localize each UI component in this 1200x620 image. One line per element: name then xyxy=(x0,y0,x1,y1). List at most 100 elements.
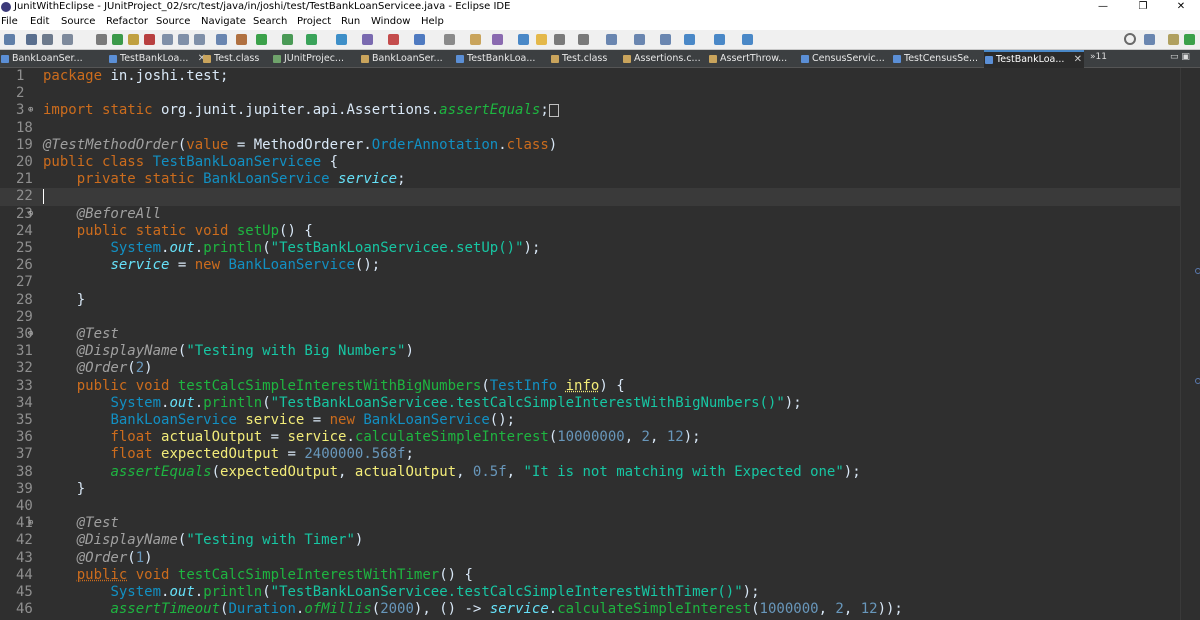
fold-toggle-icon[interactable]: ⊕ xyxy=(28,326,33,343)
code-line[interactable]: 34 System.out.println("TestBankLoanServi… xyxy=(0,395,1180,412)
java-perspective-icon[interactable] xyxy=(1168,34,1179,45)
minimize-maximize-view-icon[interactable]: ▭ ▣ xyxy=(1170,52,1190,62)
save-icon[interactable] xyxy=(26,34,37,45)
menu-search[interactable]: Search xyxy=(253,14,287,30)
save-all-icon[interactable] xyxy=(42,34,53,45)
menu-window[interactable]: Window xyxy=(371,14,410,30)
code-line[interactable]: 26 service = new BankLoanService(); xyxy=(0,257,1180,274)
next-annotation-icon[interactable] xyxy=(606,34,617,45)
last-edit-location-icon[interactable] xyxy=(660,34,671,45)
code-line[interactable]: 20 public class TestBankLoanServicee { xyxy=(0,154,1180,171)
run-icon[interactable] xyxy=(256,34,267,45)
code-line[interactable]: 41 ⊕ @Test xyxy=(0,515,1180,532)
maximize-button[interactable]: ❐ xyxy=(1132,0,1154,14)
tab-bankloanservice-2[interactable]: BankLoanSer... xyxy=(360,51,452,67)
code-line[interactable]: 32 @Order(2) xyxy=(0,360,1180,377)
previous-annotation-icon[interactable] xyxy=(634,34,645,45)
suspend-icon[interactable] xyxy=(128,34,139,45)
code-line[interactable]: 29 xyxy=(0,309,1180,326)
new-java-project-icon[interactable] xyxy=(362,34,373,45)
code-line[interactable]: 33 public void testCalcSimpleInterestWit… xyxy=(0,378,1180,395)
menu-edit[interactable]: Edit xyxy=(30,14,49,30)
code-line[interactable]: 18 xyxy=(0,120,1180,137)
new-package-icon[interactable] xyxy=(388,34,399,45)
code-line[interactable]: 19 @TestMethodOrder(value = MethodOrderer… xyxy=(0,137,1180,154)
skip-breakpoints-icon[interactable] xyxy=(96,34,107,45)
tab-censusservice[interactable]: CensusServic... xyxy=(800,51,892,67)
external-tools-icon[interactable] xyxy=(336,34,347,45)
code-line[interactable]: 24 public static void setUp() { xyxy=(0,223,1180,240)
menu-navigate[interactable]: Navigate xyxy=(201,14,246,30)
new-icon[interactable] xyxy=(4,34,15,45)
toggle-mark-occurrences-icon[interactable] xyxy=(518,34,529,45)
overview-ruler[interactable] xyxy=(1180,68,1200,620)
code-line[interactable]: 37 float expectedOutput = 2400000.568f; xyxy=(0,446,1180,463)
toggle-block-selection-icon[interactable] xyxy=(554,34,565,45)
code-line[interactable]: 25 System.out.println("TestBankLoanServi… xyxy=(0,240,1180,257)
tab-testbankloan-2[interactable]: TestBankLoa... xyxy=(455,51,547,67)
code-line[interactable]: 44 public void testCalcSimpleInterestWit… xyxy=(0,567,1180,584)
search-icon[interactable] xyxy=(1124,33,1136,45)
code-line[interactable]: 45 System.out.println("TestBankLoanServi… xyxy=(0,584,1180,601)
code-line[interactable]: 1 package in.joshi.test; xyxy=(0,68,1180,85)
debug-perspective-icon[interactable] xyxy=(1184,34,1195,45)
code-line[interactable]: 42 @DisplayName("Testing with Timer") xyxy=(0,532,1180,549)
code-line[interactable]: 3 ⊕ import static org.junit.jupiter.api.As… xyxy=(0,102,1180,119)
tab-junitproject[interactable]: JUnitProjec... xyxy=(272,51,360,67)
resume-icon[interactable] xyxy=(112,34,123,45)
code-line[interactable]: 46 assertTimeout(Duration.ofMillis(2000)… xyxy=(0,601,1180,618)
show-whitespace-icon[interactable] xyxy=(578,34,589,45)
step-over-icon[interactable] xyxy=(178,34,189,45)
open-type-icon[interactable] xyxy=(444,34,455,45)
tab-overflow-button[interactable]: »11 xyxy=(1090,52,1107,62)
menu-refactor[interactable]: Refactor xyxy=(106,14,148,30)
tab-testbankloan-active[interactable]: TestBankLoa... ✕ xyxy=(984,50,1084,68)
close-window-button[interactable]: ✕ xyxy=(1170,0,1192,14)
run-config-icon[interactable] xyxy=(282,34,293,45)
collapsed-imports-marker[interactable] xyxy=(548,103,559,117)
code-line[interactable]: 23 ⊕ @BeforeAll xyxy=(0,206,1180,223)
terminate-icon[interactable] xyxy=(144,34,155,45)
drop-to-frame-icon[interactable] xyxy=(216,34,227,45)
toggle-breadcrumb-icon[interactable] xyxy=(536,34,547,45)
menu-source-2[interactable]: Source xyxy=(156,14,190,30)
minimize-button[interactable]: — xyxy=(1092,0,1114,14)
fold-toggle-icon[interactable]: ⊕ xyxy=(28,206,33,223)
step-into-icon[interactable] xyxy=(162,34,173,45)
menu-help[interactable]: Help xyxy=(421,14,444,30)
ruler-marker[interactable] xyxy=(1195,268,1200,274)
fold-toggle-icon[interactable]: ⊕ xyxy=(28,515,33,532)
tab-test-class-2[interactable]: Test.class xyxy=(550,51,622,67)
menu-project[interactable]: Project xyxy=(297,14,331,30)
fold-toggle-icon[interactable]: ⊕ xyxy=(28,102,33,119)
tab-testbankloan-1[interactable]: TestBankLoa... ✕ xyxy=(108,51,208,67)
forward-icon[interactable] xyxy=(714,34,725,45)
debug-icon[interactable] xyxy=(236,34,247,45)
forward-history-icon[interactable] xyxy=(742,34,753,45)
open-task-icon[interactable] xyxy=(470,34,481,45)
code-line[interactable]: 22 xyxy=(0,188,1180,206)
tab-assertions[interactable]: Assertions.c... xyxy=(622,51,708,67)
menu-source[interactable]: Source xyxy=(61,14,95,30)
ruler-marker[interactable] xyxy=(1195,378,1200,384)
step-return-icon[interactable] xyxy=(194,34,205,45)
code-line[interactable]: 2 xyxy=(0,85,1180,102)
tab-testcensusservice[interactable]: TestCensusSe... xyxy=(892,51,984,67)
code-line[interactable]: 38 assertEquals(expectedOutput, actualOu… xyxy=(0,464,1180,481)
tab-test-class-1[interactable]: Test.class xyxy=(202,51,272,67)
code-line[interactable]: 27 xyxy=(0,274,1180,291)
tab-bankloanservice-1[interactable]: BankLoanSer... xyxy=(0,51,100,67)
close-tab-icon[interactable]: ✕ xyxy=(1074,52,1082,68)
menu-run[interactable]: Run xyxy=(341,14,360,30)
search-tool-icon[interactable] xyxy=(492,34,503,45)
code-line[interactable]: 28 } xyxy=(0,292,1180,309)
code-line[interactable]: 35 BankLoanService service = new BankLoa… xyxy=(0,412,1180,429)
code-line[interactable]: 43 @Order(1) xyxy=(0,550,1180,567)
code-line[interactable]: 36 float actualOutput = service.calculat… xyxy=(0,429,1180,446)
code-line[interactable]: 31 @DisplayName("Testing with Big Number… xyxy=(0,343,1180,360)
code-line[interactable]: 40 xyxy=(0,498,1180,515)
print-icon[interactable] xyxy=(62,34,73,45)
coverage-icon[interactable] xyxy=(306,34,317,45)
code-line[interactable]: 30 ⊕ @Test xyxy=(0,326,1180,343)
code-editor[interactable]: 1 package in.joshi.test; 2 3 ⊕ import static … xyxy=(0,68,1180,620)
